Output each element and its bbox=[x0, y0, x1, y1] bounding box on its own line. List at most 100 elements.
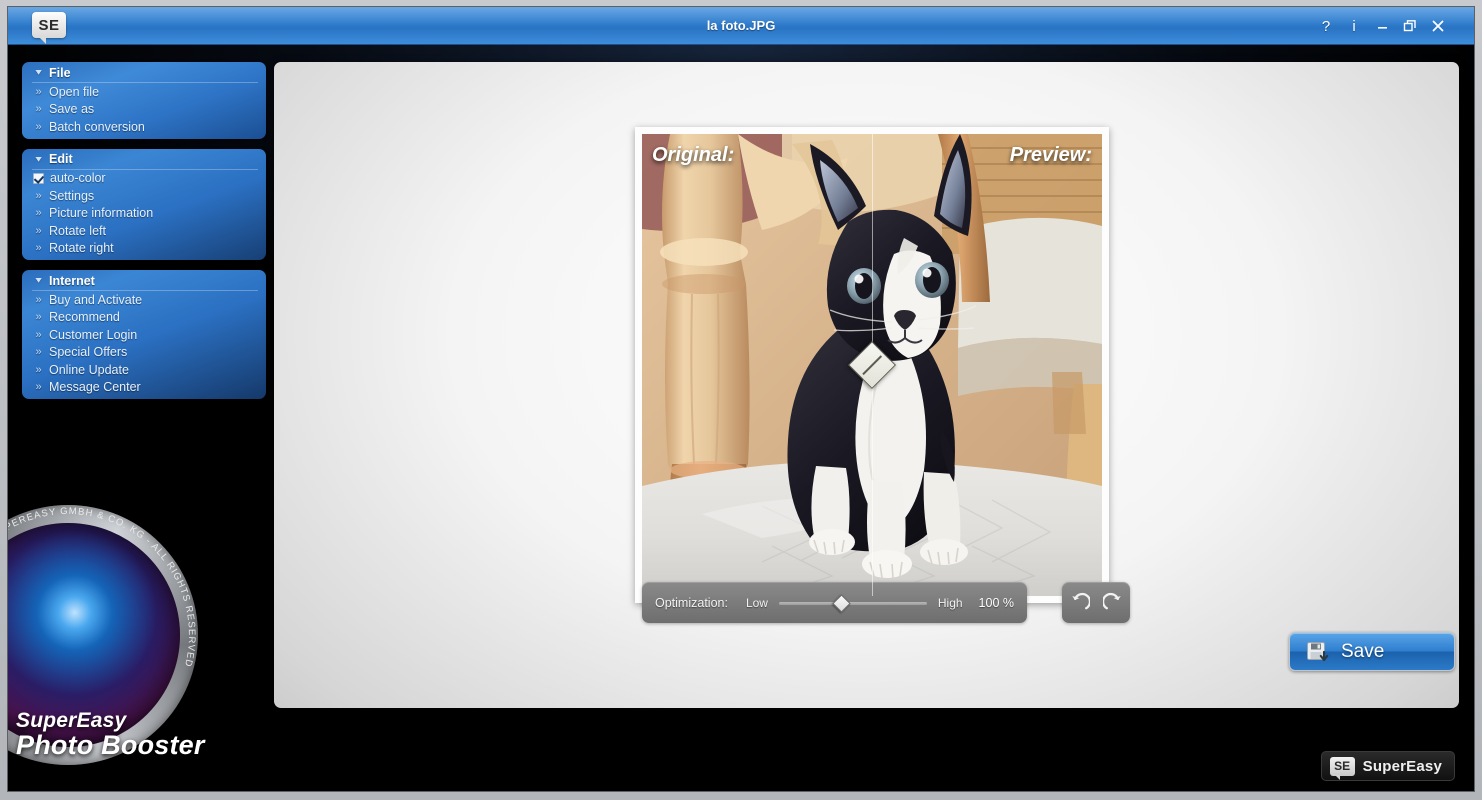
sidebar: ▾ File » Open file » Save as » Batch con… bbox=[22, 62, 266, 409]
sidebar-item-rotate-right[interactable]: » Rotate right bbox=[22, 240, 266, 258]
title-bar: SE la foto.JPG ? i bbox=[8, 7, 1474, 45]
se-chip-icon: SE bbox=[1329, 756, 1355, 780]
sidebar-item-open-file[interactable]: » Open file bbox=[22, 83, 266, 101]
slider-track bbox=[778, 601, 927, 605]
minimize-button[interactable] bbox=[1368, 12, 1396, 40]
close-icon bbox=[1432, 20, 1444, 32]
sidebar-group-title: Internet bbox=[49, 273, 95, 288]
chevron-right-icon: » bbox=[35, 207, 42, 220]
sidebar-item-label: Recommend bbox=[49, 310, 120, 325]
chevron-right-icon: » bbox=[35, 293, 42, 306]
sidebar-group-title: Edit bbox=[49, 152, 73, 166]
save-button[interactable]: Save bbox=[1289, 632, 1455, 671]
help-button[interactable]: ? bbox=[1312, 12, 1340, 40]
sidebar-item-label: auto-color bbox=[50, 171, 106, 186]
restore-button[interactable] bbox=[1396, 12, 1424, 40]
sidebar-item-label: Picture information bbox=[49, 206, 154, 221]
application-window: SE la foto.JPG ? i ▾ File » Open file » … bbox=[0, 0, 1482, 800]
sidebar-item-label: Save as bbox=[49, 102, 95, 117]
sidebar-item-message-center[interactable]: » Message Center bbox=[22, 379, 266, 397]
sidebar-item-label: Open file bbox=[49, 84, 100, 99]
sidebar-item-rotate-left[interactable]: » Rotate left bbox=[22, 222, 266, 240]
image-canvas[interactable]: Original: Preview: bbox=[642, 134, 1102, 596]
redo-button[interactable] bbox=[1100, 590, 1126, 616]
save-floppy-icon bbox=[1307, 641, 1329, 661]
label-preview: Preview: bbox=[1009, 144, 1092, 166]
chevron-right-icon: » bbox=[35, 120, 42, 133]
chevron-right-icon: » bbox=[35, 381, 42, 394]
window-controls: ? i bbox=[1312, 7, 1452, 45]
undo-button[interactable] bbox=[1066, 590, 1092, 616]
sidebar-item-customer-login[interactable]: » Customer Login bbox=[22, 326, 266, 344]
optimization-label: Optimization: bbox=[655, 595, 728, 610]
optimization-value: 100 % bbox=[978, 595, 1014, 610]
sidebar-group-header-internet[interactable]: ▾ Internet bbox=[22, 270, 266, 291]
sidebar-item-settings[interactable]: » Settings bbox=[22, 187, 266, 205]
brand-line-two: Photo Booster bbox=[16, 730, 205, 760]
sidebar-item-buy-and-activate[interactable]: » Buy and Activate bbox=[22, 291, 266, 309]
undo-icon bbox=[1071, 592, 1090, 610]
sidebar-item-label: Rotate left bbox=[49, 223, 106, 238]
sidebar-group-internet: ▾ Internet » Buy and Activate » Recommen… bbox=[22, 270, 266, 399]
sidebar-item-label: Special Offers bbox=[49, 345, 128, 360]
checkbox-checked-icon[interactable] bbox=[33, 172, 44, 184]
chevron-right-icon: » bbox=[35, 224, 42, 237]
sidebar-item-label: Online Update bbox=[49, 362, 129, 377]
chevron-down-icon: ▾ bbox=[35, 67, 42, 77]
chevron-right-icon: » bbox=[35, 311, 42, 324]
sidebar-group-header-edit[interactable]: ▾ Edit bbox=[22, 149, 266, 170]
sidebar-item-recommend[interactable]: » Recommend bbox=[22, 309, 266, 327]
info-button[interactable]: i bbox=[1340, 12, 1368, 40]
sidebar-item-auto-color[interactable]: auto-color bbox=[22, 170, 266, 188]
label-original: Original: bbox=[652, 144, 735, 166]
chevron-right-icon: » bbox=[35, 85, 42, 98]
window-title: la foto.JPG bbox=[706, 18, 776, 33]
brand-name: SuperEasy Photo Booster bbox=[16, 709, 205, 761]
sidebar-item-batch-conversion[interactable]: » Batch conversion bbox=[22, 118, 266, 136]
divider bbox=[32, 168, 258, 170]
sidebar-item-label: Rotate right bbox=[49, 241, 114, 256]
main-content-panel: Original: Preview: Optimization: Low Hig… bbox=[274, 62, 1459, 708]
divider bbox=[32, 290, 258, 291]
supereasy-footer-badge: SE SuperEasy bbox=[1320, 751, 1455, 781]
restore-icon bbox=[1403, 20, 1416, 32]
sidebar-group-title: File bbox=[49, 65, 71, 80]
close-button[interactable] bbox=[1424, 12, 1452, 40]
sidebar-item-label: Message Center bbox=[49, 380, 141, 395]
sidebar-item-save-as[interactable]: » Save as bbox=[22, 101, 266, 119]
sidebar-group-edit: ▾ Edit auto-color » Settings » Picture i… bbox=[22, 148, 266, 260]
app-logo-icon: SE bbox=[32, 12, 66, 44]
app-logo-text: SE bbox=[38, 16, 60, 34]
footer-badge-label: SuperEasy bbox=[1362, 757, 1442, 775]
slider-high-label: High bbox=[937, 595, 963, 610]
image-comparison-viewer[interactable]: Original: Preview: bbox=[635, 127, 1109, 603]
sidebar-group-header-file[interactable]: ▾ File bbox=[22, 62, 266, 83]
sidebar-item-online-update[interactable]: » Online Update bbox=[22, 361, 266, 379]
brand-logo: © SUPEREASY GMBH & CO. KG - ALL RIGHTS R… bbox=[8, 505, 238, 791]
sidebar-item-label: Settings bbox=[49, 188, 95, 203]
sidebar-item-special-offers[interactable]: » Special Offers bbox=[22, 344, 266, 362]
window-inner: SE la foto.JPG ? i ▾ File » Open file » … bbox=[7, 6, 1475, 792]
sidebar-group-file: ▾ File » Open file » Save as » Batch con… bbox=[22, 62, 266, 139]
question-mark-icon: ? bbox=[1321, 17, 1331, 35]
chevron-down-icon: ▾ bbox=[35, 275, 42, 285]
divider bbox=[32, 82, 258, 83]
slider-thumb[interactable] bbox=[831, 593, 851, 613]
chevron-right-icon: » bbox=[35, 363, 42, 376]
sidebar-item-label: Customer Login bbox=[49, 327, 138, 342]
sidebar-item-label: Buy and Activate bbox=[49, 292, 143, 307]
save-button-label: Save bbox=[1341, 640, 1385, 662]
sidebar-item-label: Batch conversion bbox=[49, 119, 145, 134]
redo-icon bbox=[1102, 592, 1121, 610]
optimization-slider[interactable] bbox=[778, 593, 927, 613]
se-chip-text: SE bbox=[1334, 759, 1351, 773]
chevron-right-icon: » bbox=[35, 346, 42, 359]
chevron-right-icon: » bbox=[35, 189, 42, 202]
slider-low-label: Low bbox=[745, 595, 768, 610]
app-body: ▾ File » Open file » Save as » Batch con… bbox=[8, 45, 1474, 791]
optimization-bar: Optimization: Low High 100 % bbox=[642, 582, 1027, 623]
sidebar-item-picture-information[interactable]: » Picture information bbox=[22, 205, 266, 223]
history-buttons bbox=[1062, 582, 1130, 623]
chevron-right-icon: » bbox=[35, 328, 42, 341]
chevron-down-icon: ▾ bbox=[35, 154, 42, 164]
